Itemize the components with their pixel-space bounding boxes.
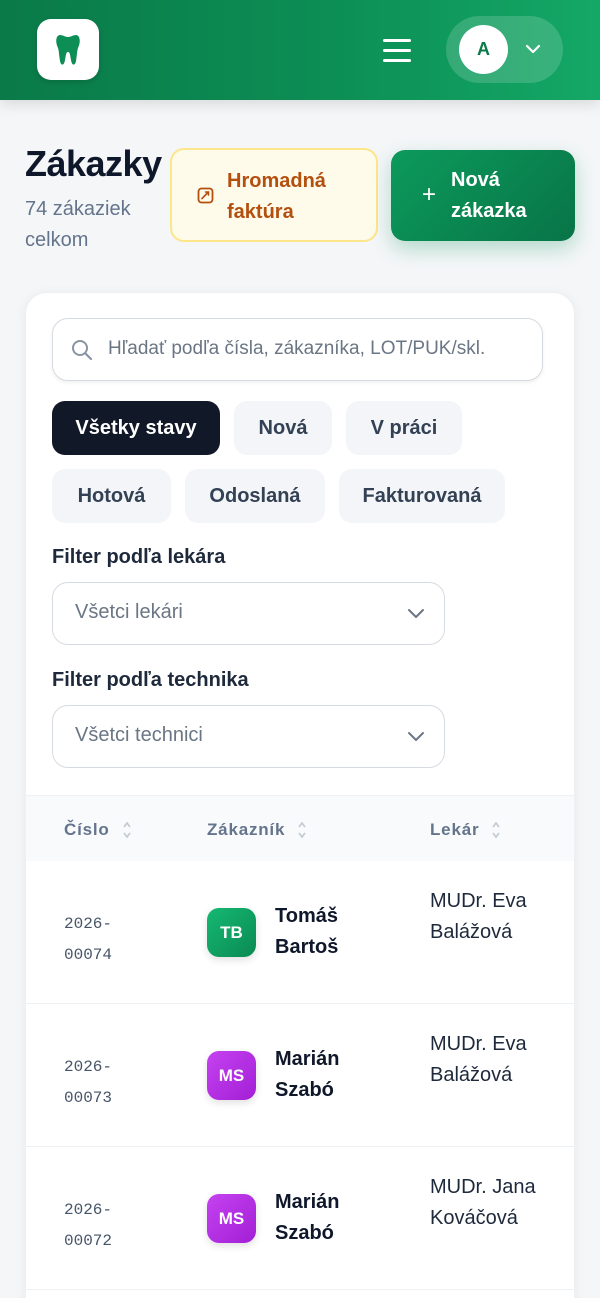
column-customer-label: Zákazník — [207, 820, 286, 839]
status-filter-new[interactable]: Nová — [234, 401, 332, 455]
status-filter-done[interactable]: Hotová — [52, 469, 171, 523]
tooth-icon — [56, 34, 80, 65]
sort-icon — [492, 821, 501, 839]
search-field[interactable] — [52, 318, 543, 381]
technician-filter-value: Všetci technici — [75, 724, 203, 746]
doctor-filter-label: Filter podľa lekára — [52, 546, 226, 568]
new-order-label: Nová zákazka — [451, 169, 527, 222]
bulk-invoice-button[interactable]: Hromadná faktúra — [170, 148, 378, 242]
search-icon — [72, 340, 93, 361]
table-row[interactable]: 2026- 00072 MS Marián Szabó MUDr. Jana K… — [26, 1147, 574, 1290]
order-number-year: 2026- — [64, 1058, 113, 1076]
sort-icon — [298, 821, 306, 839]
technician-filter-label: Filter podľa technika — [52, 669, 249, 691]
status-filter-shipped[interactable]: Odoslaná — [185, 469, 325, 523]
search-input[interactable] — [108, 319, 528, 379]
order-number-seq: 00073 — [64, 1089, 113, 1107]
technician-filter-select[interactable]: Všetci technici — [52, 705, 445, 768]
doctor-filter-select[interactable]: Všetci lekári — [52, 582, 445, 645]
customer-name: Tomáš Bartoš — [275, 905, 339, 958]
order-number-seq: 00072 — [64, 1232, 113, 1250]
menu-icon[interactable] — [379, 34, 415, 66]
tooth-logo[interactable] — [37, 19, 99, 80]
customer-name: Marián Szabó — [275, 1191, 340, 1244]
chevron-down-icon — [408, 732, 424, 741]
doctor-name: MUDr. Eva Balážová — [430, 890, 527, 943]
order-count: 74 zákaziek celkom — [25, 198, 131, 251]
user-avatar: A — [459, 25, 508, 74]
column-header-doctor[interactable]: Lekár — [430, 820, 501, 840]
column-doctor-label: Lekár — [430, 820, 480, 839]
status-filter-all[interactable]: Všetky stavy — [52, 401, 220, 455]
status-filter-in-progress[interactable]: V práci — [346, 401, 462, 455]
order-number: 2026- 00074 — [64, 909, 112, 971]
doctor-filter-value: Všetci lekári — [75, 601, 183, 623]
order-number-year: 2026- — [64, 915, 113, 933]
customer-avatar: TB — [207, 908, 256, 957]
order-number-seq: 00074 — [64, 946, 113, 964]
customer-avatar: MS — [207, 1051, 256, 1100]
column-header-number[interactable]: Číslo — [64, 820, 132, 840]
status-filter-invoiced[interactable]: Fakturovaná — [339, 469, 505, 523]
bulk-invoice-label: Hromadná faktúra — [227, 170, 326, 223]
customer-name: Marián Szabó — [275, 1048, 340, 1101]
chevron-down-icon — [525, 44, 541, 54]
customer-avatar: MS — [207, 1194, 256, 1243]
plus-icon: + — [422, 181, 437, 208]
order-number: 2026- 00073 — [64, 1052, 112, 1114]
order-number: 2026- 00072 — [64, 1195, 112, 1257]
orders-card: Všetky stavy Nová V práci Hotová Odoslan… — [25, 292, 575, 1298]
doctor-name: MUDr. Jana Kováčová — [430, 1176, 536, 1229]
column-number-label: Číslo — [64, 820, 110, 839]
table-row[interactable]: 2026- 00073 MS Marián Szabó MUDr. Eva Ba… — [26, 1004, 574, 1147]
doctor-name: MUDr. Eva Balážová — [430, 1033, 527, 1086]
user-menu[interactable]: A — [446, 16, 563, 83]
app-header: A — [0, 0, 600, 100]
invoice-icon — [197, 187, 214, 204]
chevron-down-icon — [408, 609, 424, 618]
sort-icon — [122, 821, 131, 839]
column-header-customer[interactable]: Zákazník — [207, 820, 307, 840]
table-header: Číslo Zákazník Lekár — [26, 795, 574, 861]
page-title: Zákazky — [25, 143, 162, 184]
order-number-year: 2026- — [64, 1201, 113, 1219]
table-row[interactable]: 2026- 00074 TB Tomáš Bartoš MUDr. Eva Ba… — [26, 861, 574, 1004]
new-order-button[interactable]: + Nová zákazka — [391, 150, 575, 241]
